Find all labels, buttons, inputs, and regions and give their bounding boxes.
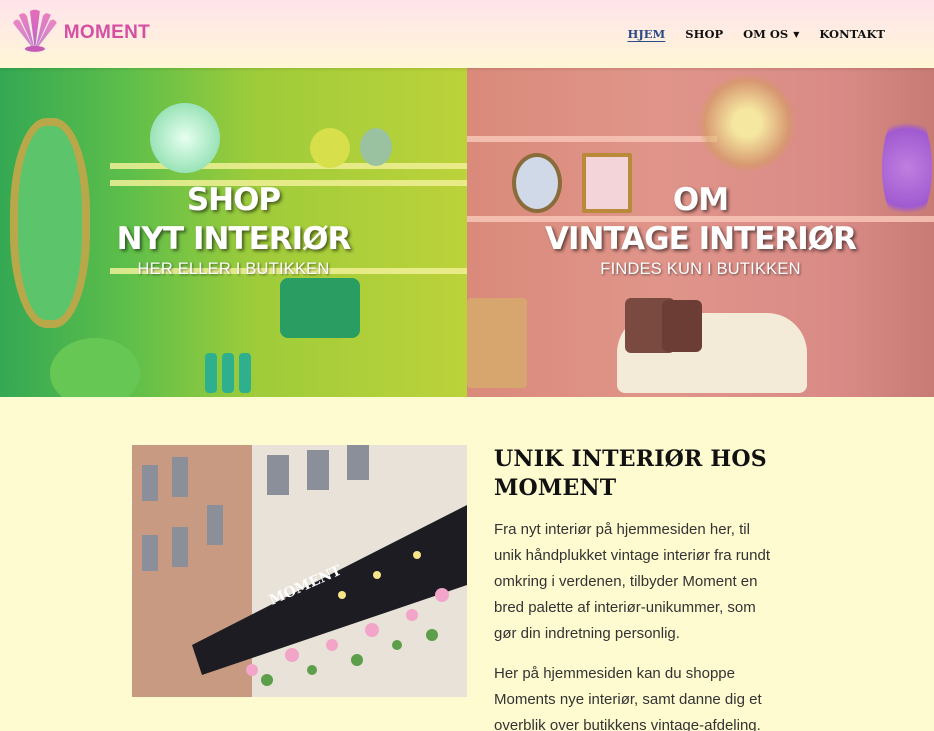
storefront-illustration: MOMENT — [132, 445, 467, 697]
lamp-image — [150, 103, 220, 173]
pillow-image — [662, 300, 702, 352]
hero-shop-subtitle: HER ELLER I BUTIKKEN — [137, 260, 330, 278]
chevron-down-icon: ▼ — [793, 29, 800, 39]
site-header: MOMENT HJEM SHOP OM OS ▼ KONTAKT — [0, 0, 934, 68]
shelf — [467, 136, 717, 142]
vase-image — [360, 128, 392, 166]
hero-om-title-line2: VINTAGE INTERIØR — [544, 221, 857, 257]
nav-item-om-os-label: OM OS — [743, 27, 789, 41]
bottle-image — [239, 353, 251, 393]
lamp-image — [280, 278, 360, 338]
bottle-image — [205, 353, 217, 393]
storefront-image: MOMENT — [132, 445, 467, 697]
about-title: UNIK INTERIØR HOS MOMENT — [494, 446, 767, 501]
main-nav: HJEM SHOP OM OS ▼ KONTAKT — [607, 27, 885, 41]
side-table-image — [467, 298, 527, 388]
shell-logo-icon — [12, 9, 57, 52]
about-section: UNIK INTERIØR HOS MOMENT Fra nyt interiø… — [494, 445, 794, 731]
nav-item-om-os[interactable]: OM OS ▼ — [743, 27, 799, 41]
hero-panel-om[interactable]: OM VINTAGE INTERIØR FINDES KUN I BUTIKKE… — [467, 68, 934, 397]
about-paragraph-2: Her på hjemmesiden kan du shoppe Moments… — [494, 665, 762, 731]
nav-item-shop[interactable]: SHOP — [685, 27, 723, 41]
hero-banner: SHOP NYT INTERIØR HER ELLER I BUTIKKEN O… — [0, 68, 934, 397]
chandelier-image — [697, 73, 797, 173]
bottle-image — [222, 353, 234, 393]
about-paragraph-1: Fra nyt interiør på hjemmesiden her, til… — [494, 521, 770, 642]
logo[interactable]: MOMENT — [10, 8, 150, 54]
logo-text: MOMENT — [63, 22, 150, 43]
hero-panel-shop[interactable]: SHOP NYT INTERIØR HER ELLER I BUTIKKEN — [0, 68, 467, 397]
nav-item-hjem[interactable]: HJEM — [627, 27, 665, 41]
jar-image — [50, 338, 140, 397]
hero-om-title-line1: OM — [672, 182, 729, 218]
hero-shop-title-line1: SHOP — [186, 182, 281, 218]
hero-om-subtitle: FINDES KUN I BUTIKKEN — [600, 260, 801, 278]
vase-image — [310, 128, 350, 168]
nav-item-kontakt[interactable]: KONTAKT — [819, 27, 885, 41]
hero-shop-title-line2: NYT INTERIØR — [116, 221, 352, 257]
